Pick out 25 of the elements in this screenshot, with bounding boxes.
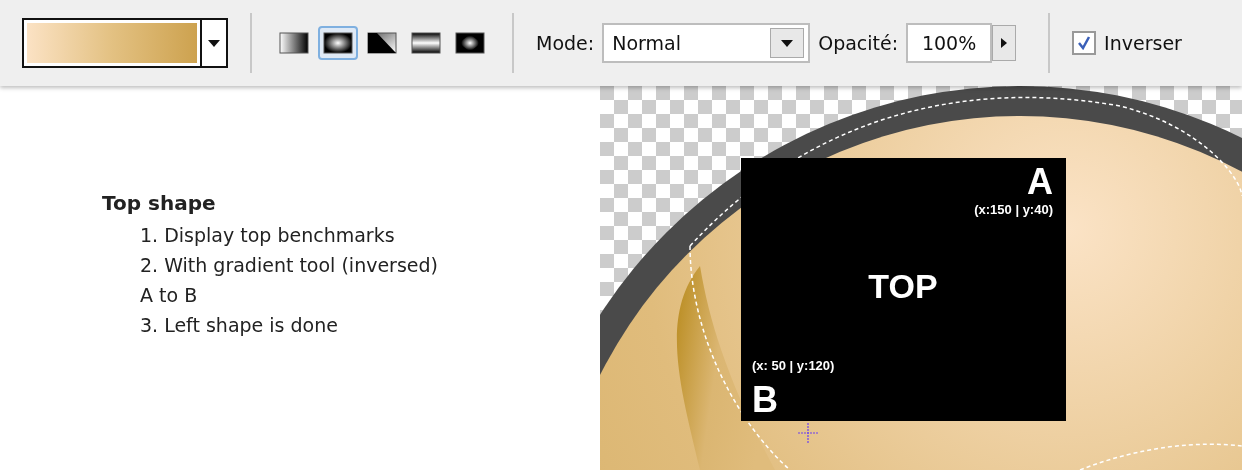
mode-dropdown[interactable]: Normal xyxy=(602,23,811,63)
checkbox[interactable] xyxy=(1072,31,1097,55)
gradient-picker[interactable] xyxy=(22,18,228,68)
step-text: 2. With gradient tool (inversed) xyxy=(139,253,439,278)
center-label: TOP xyxy=(868,267,938,305)
step-text: 1. Display top benchmarks xyxy=(139,223,396,248)
opacity-label: Opacité: xyxy=(818,30,899,56)
slider-button[interactable] xyxy=(992,25,1017,61)
point-coordinates: (x:150 | y:40) xyxy=(974,202,1053,217)
dropdown-button[interactable] xyxy=(770,28,805,58)
step-text: 3. Left shape is done xyxy=(139,313,339,338)
gradient-type-button[interactable] xyxy=(318,26,358,60)
mode-label: Mode: xyxy=(536,30,595,56)
caret-icon xyxy=(781,39,794,47)
point-letter: B xyxy=(752,379,778,420)
reverse-label: Inverser xyxy=(1104,30,1182,56)
point-coordinates: (x: 50 | y:120) xyxy=(752,358,835,373)
step-text: A to B xyxy=(139,283,199,308)
triangle-right-icon xyxy=(1001,38,1008,48)
checkmark-icon xyxy=(1077,36,1092,50)
point-letter: A xyxy=(1027,161,1053,202)
opacity-field[interactable]: 100% xyxy=(906,23,993,63)
caret-icon xyxy=(208,39,220,47)
crosshair-icon xyxy=(797,422,819,444)
section-title: Top shape xyxy=(102,190,217,216)
